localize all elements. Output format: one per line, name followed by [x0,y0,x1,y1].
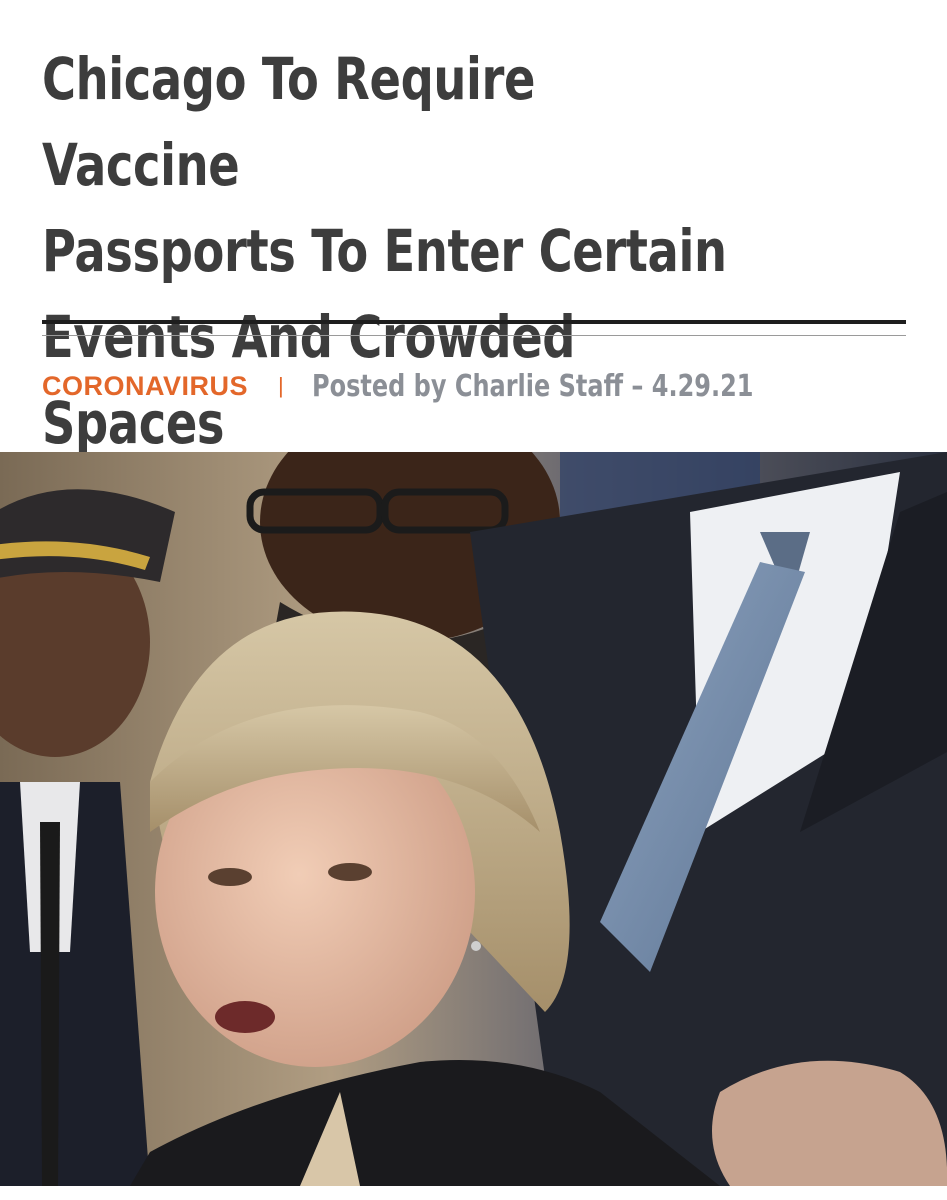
featured-photo[interactable] [0,452,947,1186]
byline: Posted by Charlie Staff – 4.29.21 [311,368,754,404]
category-link[interactable]: CORONAVIRUS [42,371,248,402]
headline-divider-thin [42,335,906,336]
woman-mouth [215,1001,275,1033]
article: Chicago To Require Vaccine Passports To … [0,0,947,1200]
headline-divider-thick [42,320,906,324]
article-meta: CORONAVIRUS | Posted by Charlie Staff – … [42,366,864,406]
meta-separator: | [278,373,284,398]
